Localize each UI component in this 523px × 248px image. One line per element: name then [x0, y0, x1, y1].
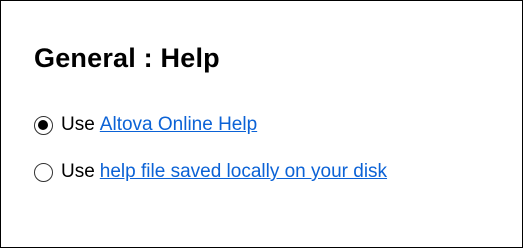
local-help-radio[interactable] — [34, 162, 53, 182]
altova-online-help-link[interactable]: Altova Online Help — [100, 114, 257, 136]
online-help-prefix: Use — [61, 114, 95, 135]
page-title: General : Help — [34, 43, 220, 73]
online-help-radio[interactable] — [34, 115, 53, 135]
option-local-help[interactable]: Use help file saved locally on your disk — [34, 161, 387, 183]
option-online-help[interactable]: Use Altova Online Help — [34, 114, 257, 136]
help-settings-panel: General : Help Use Altova Online Help Us… — [0, 0, 523, 248]
local-help-prefix: Use — [61, 161, 95, 182]
local-help-file-link[interactable]: help file saved locally on your disk — [100, 161, 387, 183]
